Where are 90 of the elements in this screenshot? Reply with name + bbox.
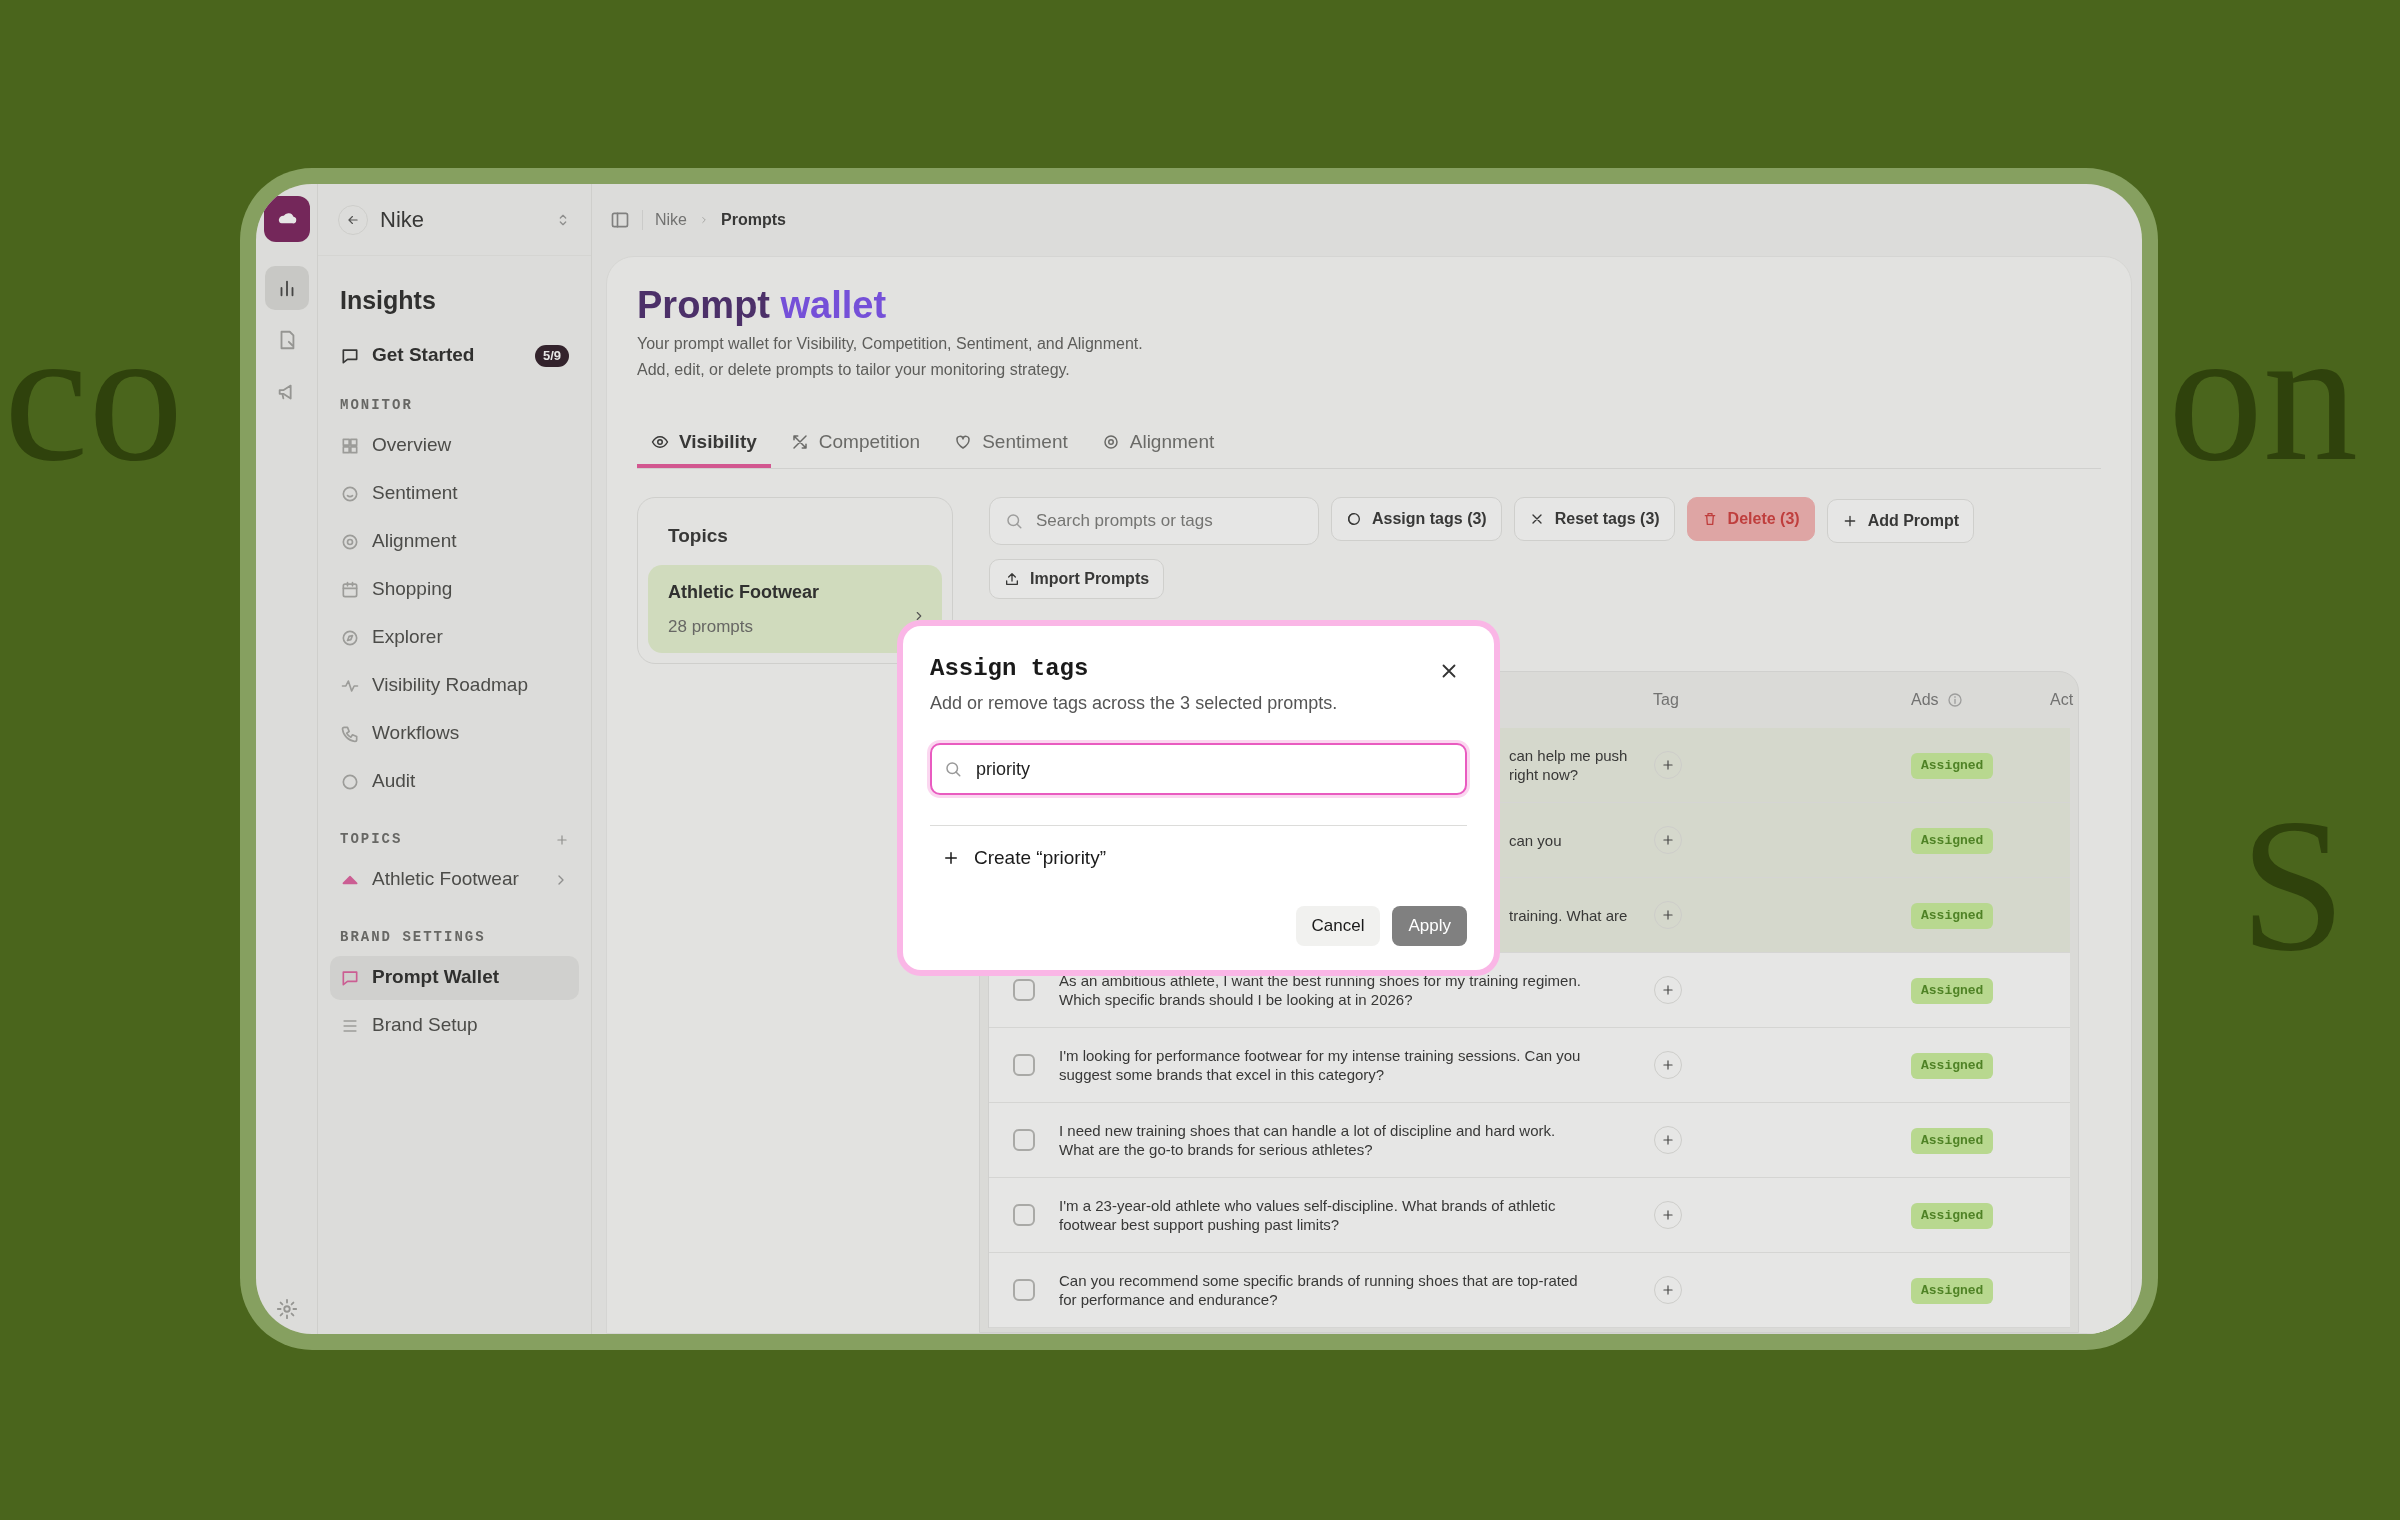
plus-icon [1661, 1283, 1675, 1297]
status-badge: Assigned [1911, 902, 1994, 929]
status-badge: Assigned [1911, 1127, 1994, 1154]
prompt-text: Can you recommend some specific brands of running shoes that are top-rated for performance and endurance? [1059, 1271, 1579, 1309]
tab[interactable]: Sentiment [940, 420, 1082, 468]
apply-button[interactable]: Apply [1392, 906, 1467, 946]
sidebar-item[interactable]: Workflows [330, 711, 579, 756]
sidebar-heading: Insights [339, 285, 437, 316]
sidebar-item[interactable]: Athletic Footwear [330, 857, 579, 902]
column-header: Act [2050, 690, 2075, 710]
sidebar-item[interactable]: Sentiment [330, 471, 579, 516]
sidebar-item[interactable]: Prompt Wallet [330, 955, 579, 1000]
add-button[interactable]: Add Prompt [1826, 499, 1975, 543]
rail-button[interactable] [264, 266, 309, 310]
search-field[interactable]: Search prompts or tags [989, 497, 1319, 545]
tab[interactable]: Alignment [1087, 420, 1229, 468]
search-icon [1005, 512, 1023, 530]
prompt-text: As an ambitious athlete, I want the best running shoes for my training regimen. Which specific brands should I be looking at in 2026? [1059, 971, 1582, 1009]
breadcrumb-link[interactable]: Prompts [721, 208, 786, 232]
plus-icon [1661, 758, 1675, 772]
prompt-text: training. What are [1509, 905, 1629, 925]
breadcrumb-link[interactable]: Nike [655, 208, 687, 232]
status-badge: Assigned [1911, 1052, 1994, 1079]
sidebar-item[interactable]: Audit [330, 759, 579, 804]
status-badge: Assigned [1911, 977, 1994, 1004]
row-checkbox[interactable] [1013, 1204, 1035, 1226]
row-checkbox[interactable] [1013, 979, 1035, 1001]
sidebar-item[interactable]: Shopping [330, 567, 579, 612]
prompt-text: I'm a 23-year-old athlete who values self-discipline. What brands of athletic footwear best support pushing past limits? [1059, 1196, 1557, 1234]
sidebar-item[interactable]: Overview [330, 423, 579, 468]
status-badge: Assigned [1911, 752, 1994, 779]
topic-card[interactable]: Athletic Footwear 28 prompts [648, 564, 942, 653]
page-title: Prompt wallet [637, 283, 888, 328]
sidebar-item[interactable]: Visibility Roadmap [330, 663, 579, 708]
status-badge: Assigned [1911, 1202, 1994, 1229]
topic-name: Athletic Footwear [668, 580, 820, 604]
plus-icon [555, 832, 569, 847]
tag-search-field[interactable]: priority [930, 743, 1467, 795]
sidebar-item[interactable]: Explorer [330, 615, 579, 660]
sidebar-item[interactable]: Alignment [330, 519, 579, 564]
prompt-text: can you [1509, 830, 1563, 850]
target-icon [1101, 433, 1120, 451]
upload-icon [1004, 571, 1020, 587]
cancel-button[interactable]: Cancel [1295, 906, 1381, 946]
plus-icon [1661, 1133, 1675, 1147]
panel-title: Topics [667, 524, 729, 548]
info-icon [1946, 692, 1963, 708]
dialog-title: Assign tags [930, 654, 1089, 684]
eye-icon [651, 433, 669, 451]
plus-icon [1661, 983, 1675, 997]
prompt-text: I'm looking for performance footwear for my intense training sessions. Can you suggest some brands that excel in this category? [1059, 1046, 1582, 1084]
dialog-description: Add or remove tags across the 3 selected prompts. [930, 692, 1339, 715]
sidebar-toggle-button[interactable] [610, 210, 630, 230]
plus-icon [1661, 1208, 1675, 1222]
column-header: Tag [1652, 690, 1680, 710]
tag-button[interactable]: Assign tags (3) [1331, 497, 1502, 541]
sidebar-item[interactable]: Brand Setup [330, 1003, 579, 1048]
row-checkbox[interactable] [1013, 1129, 1035, 1151]
row-checkbox[interactable] [1013, 1279, 1035, 1301]
tab[interactable]: Competition [776, 420, 935, 468]
workspace-name[interactable]: Nike [380, 203, 543, 236]
tab[interactable]: Visibility [637, 420, 771, 468]
column-header: Ads [1911, 690, 1939, 710]
plus-icon [1661, 908, 1675, 922]
import-button[interactable]: Import Prompts [989, 559, 1165, 599]
progress-badge: 5/9 [534, 344, 569, 367]
search-icon [944, 760, 962, 778]
section-label: MONITOR [340, 396, 414, 415]
app-logo[interactable] [263, 196, 310, 242]
page-description: Your prompt wallet for Visibility, Competition, Sentiment, and Alignment. [637, 334, 1144, 354]
calendar-icon [340, 579, 360, 600]
section-label: TOPICS [340, 830, 404, 849]
plus-icon [942, 849, 960, 867]
plus-icon [1661, 833, 1675, 847]
chevron-right-icon [699, 215, 709, 225]
prompt-text: can help me push right now? [1509, 746, 1629, 784]
settings-icon [275, 1298, 298, 1320]
sidebar-toggle-icon [610, 210, 630, 230]
section-label: BRAND SETTINGS [340, 928, 487, 947]
plus-icon [1661, 1058, 1675, 1072]
status-badge: Assigned [1911, 827, 1994, 854]
row-checkbox[interactable] [1013, 1054, 1035, 1076]
crossed-arrows-icon [790, 433, 809, 451]
get-started-link[interactable]: Get Started [372, 341, 523, 370]
prompt-count: 28 prompts [668, 615, 755, 638]
reset-button[interactable]: Reset tags (3) [1513, 497, 1675, 541]
heart-icon [954, 433, 973, 451]
prompt-text: I need new training shoes that can handle a lot of discipline and hard work. What are the go-to brands for serious athletes? [1059, 1121, 1557, 1159]
page-description: Add, edit, or delete prompts to tailor your monitoring strategy. [637, 360, 1071, 380]
status-badge: Assigned [1911, 1277, 1994, 1304]
